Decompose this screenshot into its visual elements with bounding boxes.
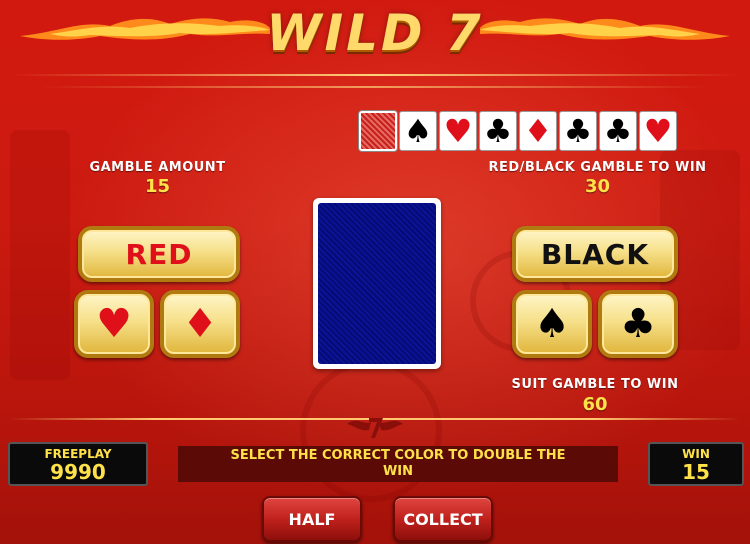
freeplay-panel: FREEPLAY 9990 <box>8 442 148 486</box>
card-back-icon <box>318 203 436 364</box>
history-card-back <box>359 111 397 151</box>
history-card: ♥ <box>639 111 677 151</box>
history-card: ♣ <box>479 111 517 151</box>
spade-button[interactable]: ♠ <box>512 290 592 358</box>
red-black-win-label: RED/BLACK GAMBLE TO WIN <box>488 160 707 175</box>
win-value: 15 <box>682 460 710 484</box>
card-history: ♠ ♥ ♣ ♦ ♣ ♣ ♥ <box>359 111 677 151</box>
spade-icon: ♠ <box>403 112 433 150</box>
seven-emblem-icon <box>347 418 403 438</box>
history-card: ♣ <box>599 111 637 151</box>
diamond-icon: ♦ <box>523 112 553 150</box>
heart-icon: ♥ <box>643 112 673 150</box>
club-button[interactable]: ♣ <box>598 290 678 358</box>
history-card: ♠ <box>399 111 437 151</box>
freeplay-value: 9990 <box>50 460 106 484</box>
gamble-amount-label: GAMBLE AMOUNT <box>89 160 226 175</box>
club-icon: ♣ <box>483 112 513 150</box>
gamble-card <box>313 198 441 369</box>
half-button[interactable]: HALF <box>262 496 362 542</box>
win-panel: WIN 15 <box>648 442 744 486</box>
history-card: ♣ <box>559 111 597 151</box>
club-icon: ♣ <box>603 112 633 150</box>
heart-icon: ♥ <box>443 112 473 150</box>
header-divider <box>10 74 740 76</box>
suit-win-value: 60 <box>582 394 608 415</box>
red-black-win-value: 30 <box>584 176 611 197</box>
freeplay-label: FREEPLAY <box>44 447 112 461</box>
club-icon: ♣ <box>620 301 656 347</box>
win-label: WIN <box>682 447 710 461</box>
spade-icon: ♠ <box>534 301 570 347</box>
suit-win-label: SUIT GAMBLE TO WIN <box>511 377 679 392</box>
diamond-icon: ♦ <box>182 301 218 347</box>
header: WILD 7 <box>0 0 750 88</box>
gamble-amount-value: 15 <box>144 176 171 197</box>
game-screen: WILD 7 ♠ ♥ ♣ ♦ ♣ ♣ ♥ GAMBLE AMOUNT 15 RED/BLAC… <box>0 0 750 544</box>
heart-icon: ♥ <box>96 301 132 347</box>
black-button[interactable]: BLACK <box>512 226 678 282</box>
header-divider <box>40 86 710 88</box>
black-button-label: BLACK <box>540 237 650 271</box>
instruction-message: SELECT THE CORRECT COLOR TO DOUBLE THE W… <box>178 446 618 482</box>
diamond-button[interactable]: ♦ <box>160 290 240 358</box>
background-car-shape <box>10 130 70 380</box>
red-button[interactable]: RED <box>78 226 240 282</box>
club-icon: ♣ <box>563 112 593 150</box>
collect-button[interactable]: COLLECT <box>393 496 493 542</box>
heart-button[interactable]: ♥ <box>74 290 154 358</box>
history-card: ♥ <box>439 111 477 151</box>
game-logo: WILD 7 <box>266 4 484 62</box>
red-button-label: RED <box>125 237 193 271</box>
history-card: ♦ <box>519 111 557 151</box>
